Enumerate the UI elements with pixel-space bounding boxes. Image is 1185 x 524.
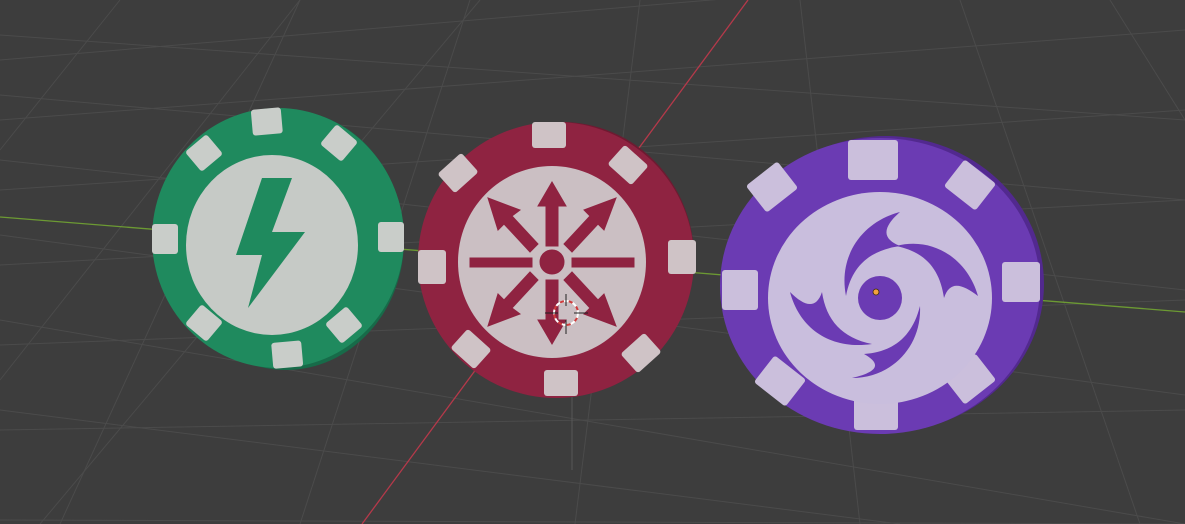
poker-chip-red[interactable] <box>418 122 696 398</box>
chaos-star-icon <box>469 181 635 345</box>
object-origin-icon <box>872 288 880 296</box>
poker-chip-green[interactable] <box>152 107 404 370</box>
poker-chip-purple[interactable] <box>720 136 1044 434</box>
viewport-canvas[interactable] <box>0 0 1185 524</box>
3d-viewport[interactable] <box>0 0 1185 524</box>
